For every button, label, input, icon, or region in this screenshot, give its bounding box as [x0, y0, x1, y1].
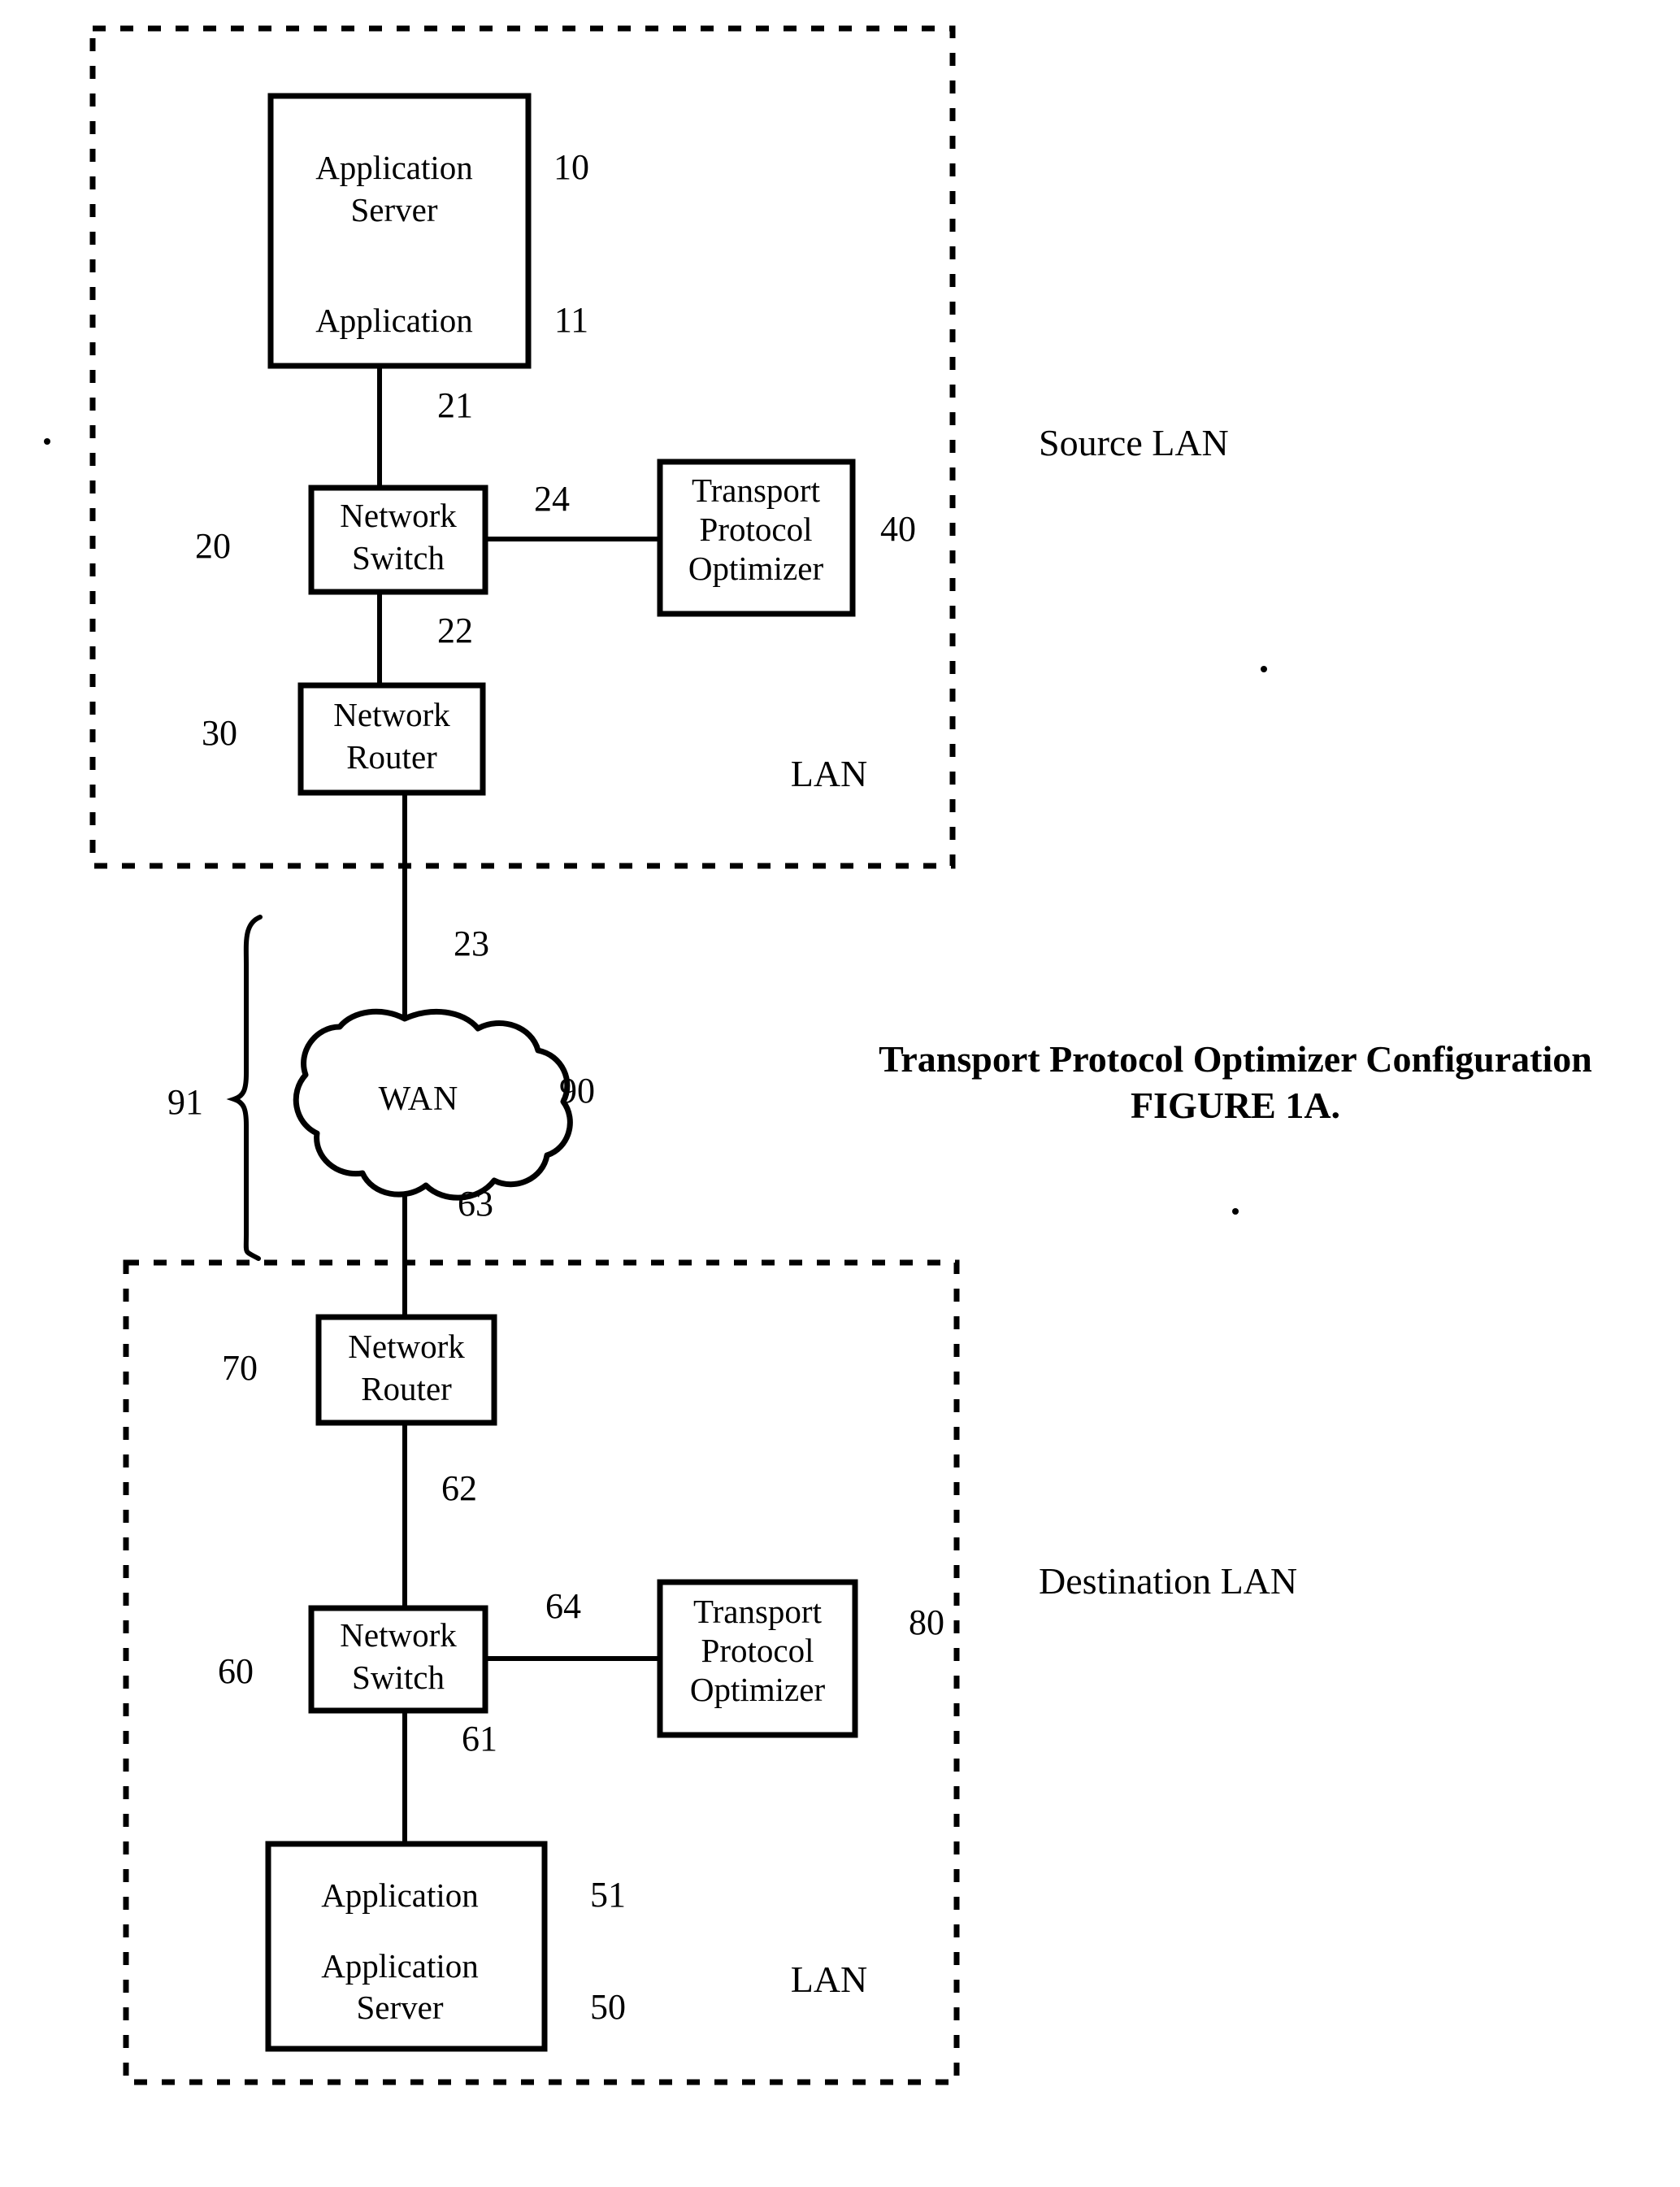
ref-20: 20 — [195, 526, 231, 566]
dest-application-label: Application — [321, 1876, 479, 1914]
source-switch-label-line2: Switch — [352, 539, 445, 576]
destination-lan-inner-label: LAN — [791, 1959, 868, 2000]
figure-title-line2: FIGURE 1A. — [1131, 1085, 1340, 1126]
node-dest-app-server[interactable]: Application Application Server — [265, 1841, 548, 2052]
dest-switch-label-line2: Switch — [352, 1659, 445, 1696]
destination-lan-zone-label: Destination LAN — [1039, 1560, 1297, 1602]
ref-30: 30 — [202, 713, 237, 753]
ref-40: 40 — [880, 509, 916, 549]
node-source-optimizer[interactable]: Transport Protocol Optimizer — [657, 459, 856, 617]
ref-61: 61 — [462, 1719, 497, 1759]
source-lan-zone-label: Source LAN — [1039, 422, 1229, 463]
wan-label: WAN — [379, 1080, 459, 1118]
source-app-server-label-line2: Server — [350, 191, 437, 228]
source-router-label-line2: Router — [346, 738, 437, 776]
scan-artifact-dot — [1261, 666, 1267, 672]
ref-50: 50 — [590, 1987, 626, 2027]
ref-51: 51 — [590, 1875, 626, 1915]
ref-70: 70 — [222, 1348, 258, 1388]
node-dest-switch[interactable]: Network Switch — [308, 1605, 488, 1714]
node-source-switch[interactable]: Network Switch — [308, 485, 488, 595]
dest-optimizer-label-line2: Protocol — [701, 1632, 814, 1669]
ref-63: 63 — [458, 1184, 493, 1224]
patent-figure-1a: Application Server Application 10 11 21 … — [0, 0, 1680, 2187]
source-optimizer-label-line3: Optimizer — [688, 550, 824, 587]
source-optimizer-label-line1: Transport — [692, 472, 821, 509]
ref-10: 10 — [553, 147, 589, 187]
dest-app-server-label-line2: Server — [356, 1989, 443, 2026]
ref-60: 60 — [218, 1651, 254, 1691]
figure-title-line1: Transport Protocol Optimizer Configurati… — [879, 1038, 1592, 1080]
ref-91: 91 — [167, 1082, 203, 1122]
node-wan-cloud[interactable]: WAN — [293, 1008, 573, 1201]
dest-router-label-line1: Network — [348, 1328, 465, 1365]
ref-62: 62 — [441, 1468, 477, 1508]
source-optimizer-label-line2: Protocol — [700, 511, 813, 548]
dest-app-server-label-line1: Application — [321, 1947, 479, 1985]
ref-64: 64 — [545, 1586, 581, 1626]
ref-21: 21 — [437, 385, 473, 425]
ref-22: 22 — [437, 611, 473, 650]
node-source-app-server[interactable]: Application Server Application — [267, 93, 532, 369]
dest-optimizer-label-line3: Optimizer — [690, 1671, 826, 1708]
ref-80: 80 — [909, 1602, 944, 1642]
source-app-server-label-line1: Application — [315, 149, 473, 186]
ref-11: 11 — [554, 300, 588, 340]
network-diagram-canvas: Application Server Application 10 11 21 … — [44, 25, 1592, 2085]
ref-90: 90 — [559, 1071, 595, 1111]
source-switch-label-line1: Network — [340, 497, 457, 534]
node-source-router[interactable]: Network Router — [297, 682, 486, 796]
ref-23: 23 — [454, 924, 489, 963]
scan-artifact-dot — [44, 438, 50, 445]
node-dest-optimizer[interactable]: Transport Protocol Optimizer — [657, 1579, 858, 1738]
scan-artifact-dot — [1232, 1208, 1239, 1215]
dest-optimizer-label-line1: Transport — [693, 1593, 823, 1630]
source-lan-inner-label: LAN — [791, 753, 868, 794]
ref-24: 24 — [534, 479, 570, 519]
source-router-label-line1: Network — [333, 696, 450, 733]
dest-switch-label-line1: Network — [340, 1616, 457, 1654]
wan-span-brace — [226, 915, 263, 1261]
node-dest-router[interactable]: Network Router — [315, 1314, 497, 1426]
dest-router-label-line2: Router — [361, 1370, 452, 1407]
source-application-label: Application — [315, 302, 473, 339]
